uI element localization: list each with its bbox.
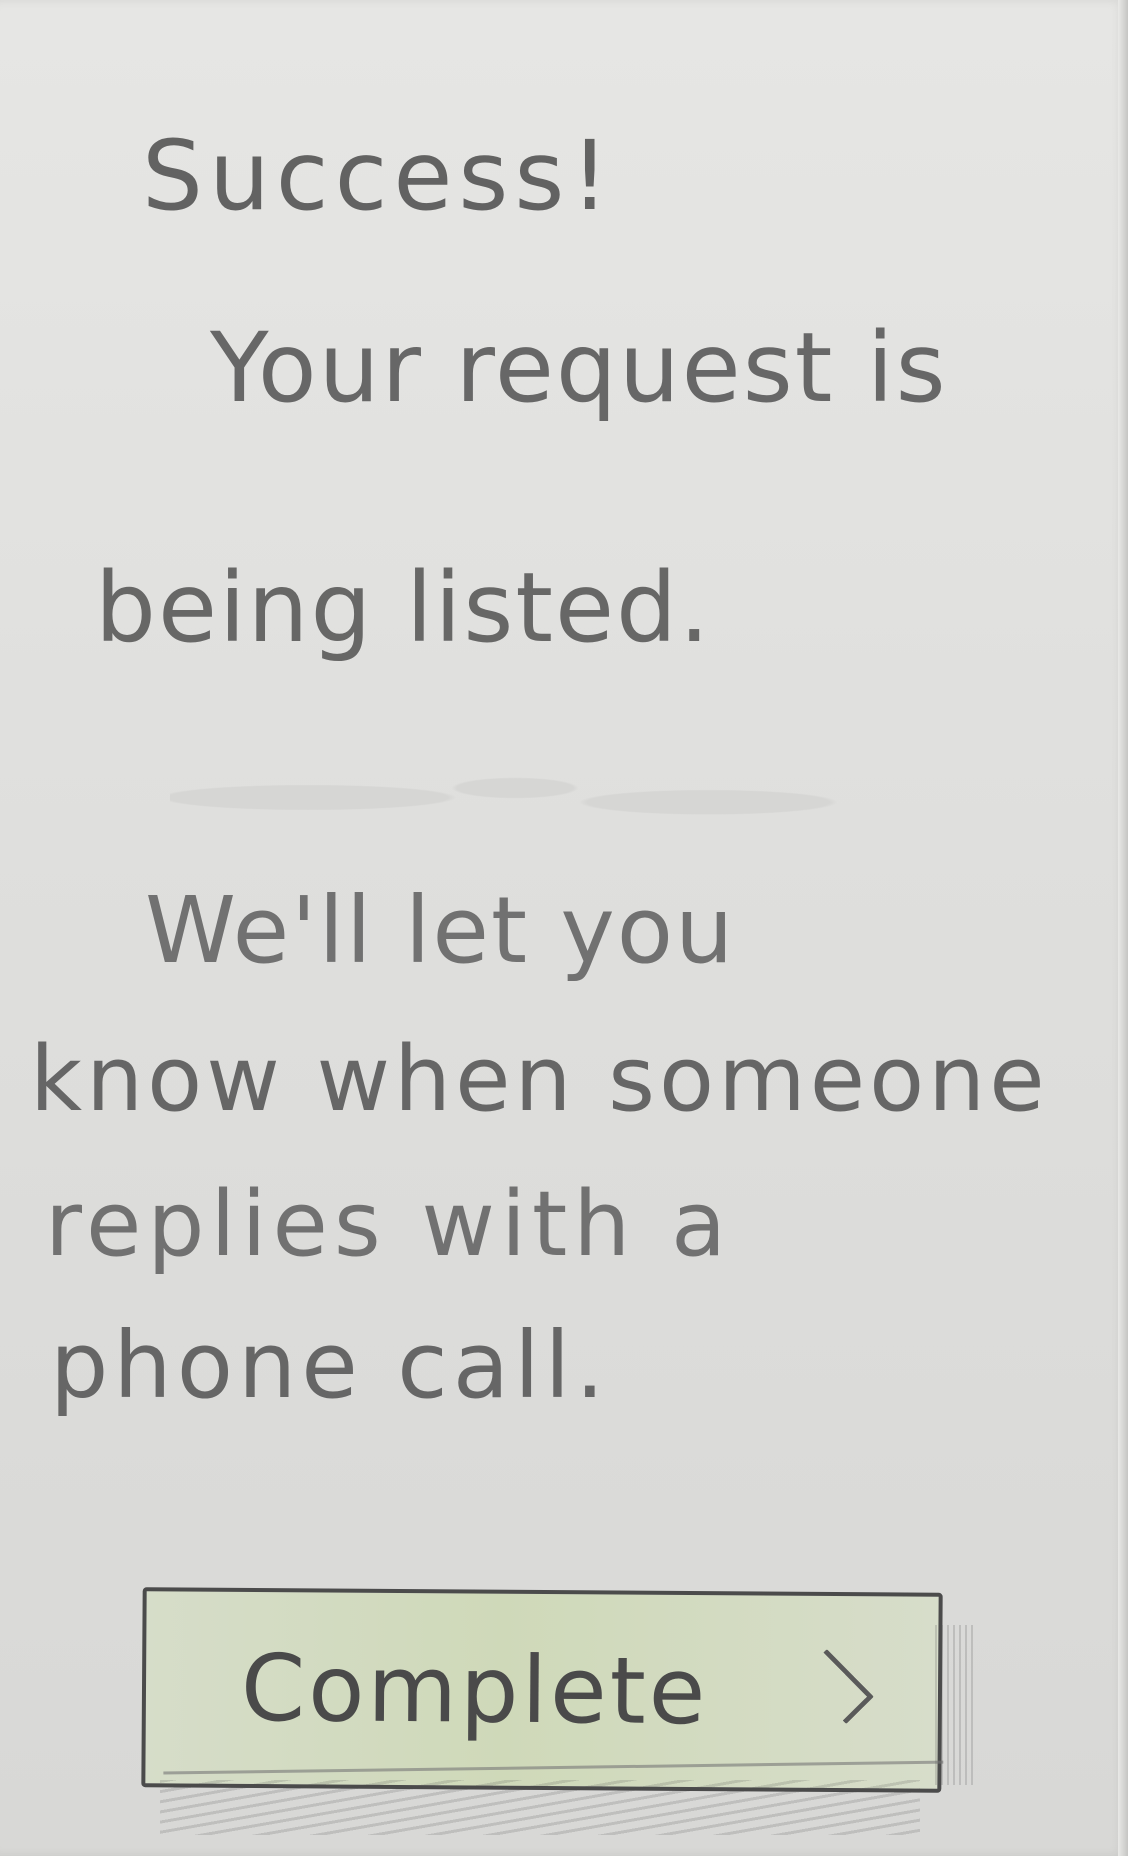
message-line-5: replies with a: [45, 1172, 733, 1277]
message-line-6: phone call.: [50, 1312, 610, 1419]
complete-button-label: Complete: [240, 1634, 709, 1746]
erased-pencil-mark: [170, 750, 860, 845]
sketch-screen: Success! Your request is being listed. W…: [0, 0, 1128, 1856]
message-line-2: being listed.: [95, 552, 712, 664]
success-heading: Success!: [142, 120, 615, 232]
message-line-3: We'll let you: [145, 877, 736, 984]
message-line-4: know when someone: [30, 1027, 1049, 1132]
message-line-1: Your request is: [210, 312, 948, 424]
button-shading-bottom: [160, 1780, 920, 1835]
button-shading-right: [935, 1625, 975, 1785]
chevron-right-icon: [799, 1649, 874, 1725]
complete-button[interactable]: Complete: [141, 1587, 943, 1793]
